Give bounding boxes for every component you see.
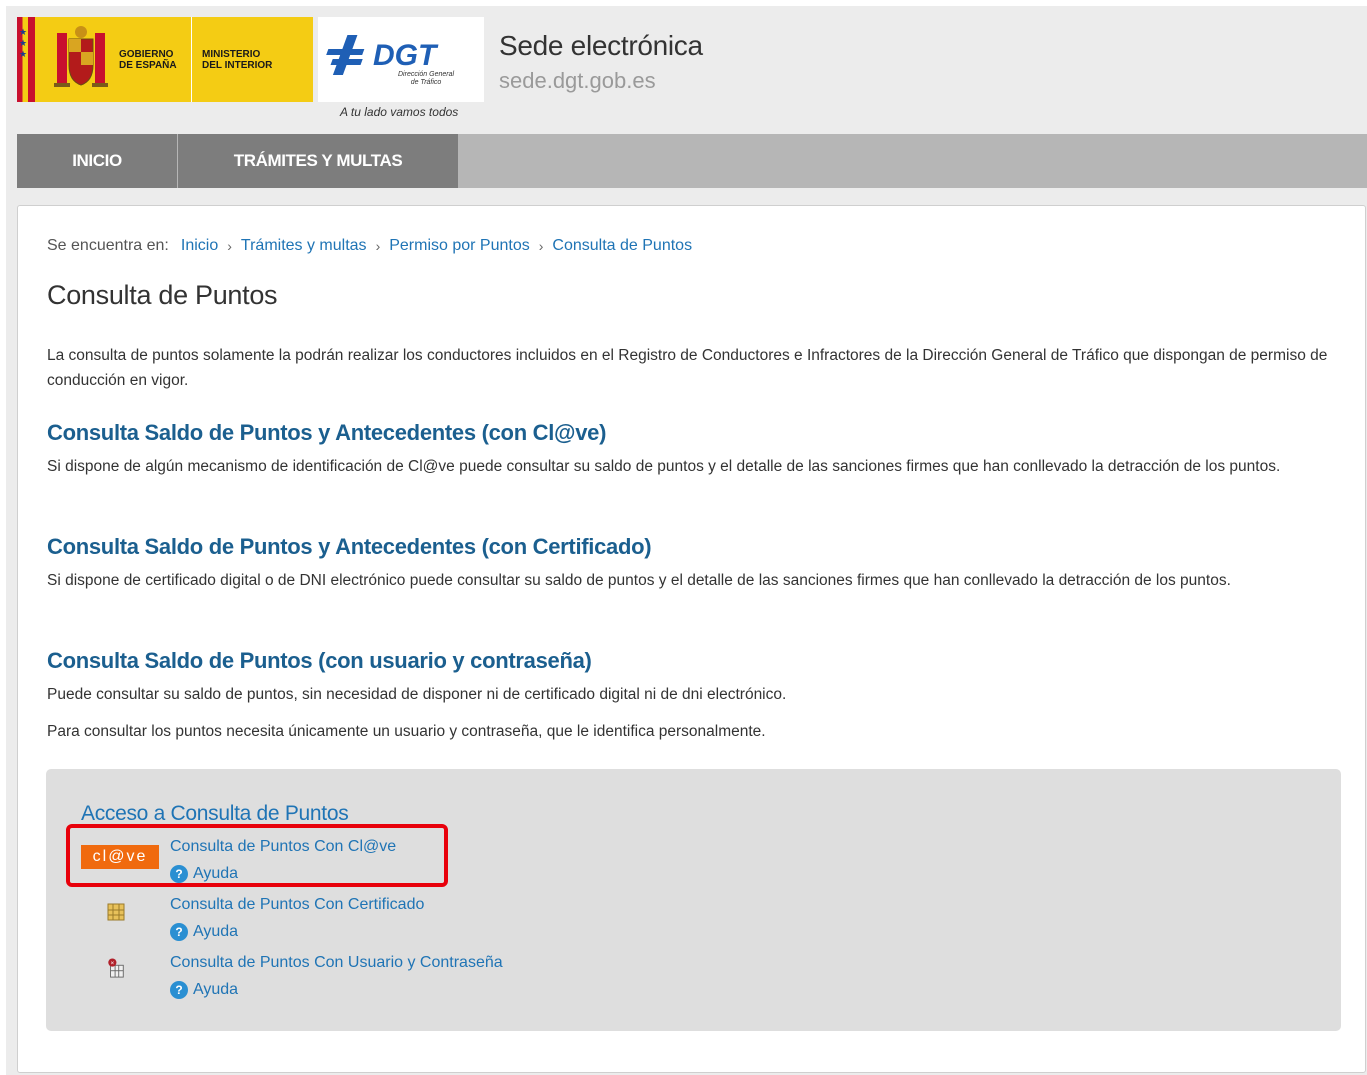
main-content: Se encuentra en: Inicio › Trámites y mul…	[17, 205, 1366, 1073]
highlight-box	[66, 824, 448, 887]
section-text-usuario: Puede consultar su saldo de puntos, sin …	[47, 686, 787, 703]
dgt-logo-text: DGT	[373, 39, 437, 72]
breadcrumb-lead: Se encuentra en:	[47, 237, 169, 254]
access-panel: Acceso a Consulta de Puntos cl@ve Consul…	[46, 769, 1341, 1031]
intro-text: La consulta de puntos solamente la podrá…	[47, 347, 1328, 389]
user-password-icon: ×	[108, 958, 124, 978]
chevron-right-icon: ›	[227, 238, 232, 254]
ministerio-text: MINISTERIO DEL INTERIOR	[202, 48, 273, 71]
access-title: Acceso a Consulta de Puntos	[81, 802, 349, 825]
gobierno-logo[interactable]: ★ ★ ★ GOBIERNO DE ESPAÑA MINISTERIO DEL IN…	[17, 17, 313, 102]
logo-divider	[191, 17, 192, 102]
help-icon: ?	[170, 923, 188, 941]
gobierno-text: GOBIERNO DE ESPAÑA	[119, 48, 177, 71]
coat-of-arms-icon	[51, 25, 111, 95]
breadcrumb-link-permiso-puntos[interactable]: Permiso por Puntos	[389, 237, 530, 255]
dgt-logo[interactable]: DGT Dirección General de Tráfico	[318, 17, 484, 102]
link-consulta-usuario[interactable]: Consulta de Puntos Con Usuario y Contras…	[170, 954, 503, 972]
section-title-clave[interactable]: Consulta Saldo de Puntos y Antecedentes …	[47, 420, 606, 446]
section-text-certificado: Si dispone de certificado digital o de D…	[47, 572, 1231, 589]
chevron-right-icon: ›	[538, 238, 544, 254]
help-icon: ?	[170, 981, 188, 999]
site-title: Sede electrónica	[499, 30, 703, 61]
nav-item-inicio[interactable]: INICIO	[17, 134, 177, 188]
site-url: sede.dgt.gob.es	[499, 68, 656, 93]
help-label: Ayuda	[193, 981, 239, 998]
main-nav: INICIO TRÁMITES Y MULTAS	[17, 134, 1367, 188]
eu-flag-strip: ★ ★ ★	[17, 17, 35, 102]
help-link-usuario[interactable]: ? Ayuda	[170, 981, 238, 999]
dgt-subtitle: Dirección General de Tráfico	[398, 71, 455, 86]
chevron-right-icon: ›	[375, 238, 381, 254]
breadcrumb-link-inicio[interactable]: Inicio	[181, 237, 218, 255]
section-text-clave: Si dispone de algún mecanismo de identif…	[47, 458, 1281, 475]
breadcrumb-link-tramites[interactable]: Trámites y multas	[241, 237, 367, 255]
breadcrumb-link-consulta-puntos[interactable]: Consulta de Puntos	[552, 237, 692, 255]
section-title-certificado[interactable]: Consulta Saldo de Puntos y Antecedentes …	[47, 534, 652, 560]
help-label: Ayuda	[193, 923, 239, 940]
breadcrumb: Se encuentra en: Inicio › Trámites y mul…	[47, 237, 692, 255]
section-title-usuario[interactable]: Consulta Saldo de Puntos (con usuario y …	[47, 648, 592, 674]
help-link-certificado[interactable]: ? Ayuda	[170, 923, 238, 941]
section-text-usuario-2: Para consultar los puntos necesita única…	[47, 723, 766, 740]
page-title: Consulta de Puntos	[47, 280, 278, 310]
dgt-tagline: A tu lado vamos todos	[340, 105, 459, 119]
link-consulta-certificado[interactable]: Consulta de Puntos Con Certificado	[170, 896, 424, 914]
svg-text:×: ×	[111, 960, 115, 967]
star-icon: ★ ★ ★	[18, 27, 28, 59]
nav-item-tramites-y-multas[interactable]: TRÁMITES Y MULTAS	[178, 134, 458, 188]
certificate-chip-icon	[107, 903, 125, 921]
